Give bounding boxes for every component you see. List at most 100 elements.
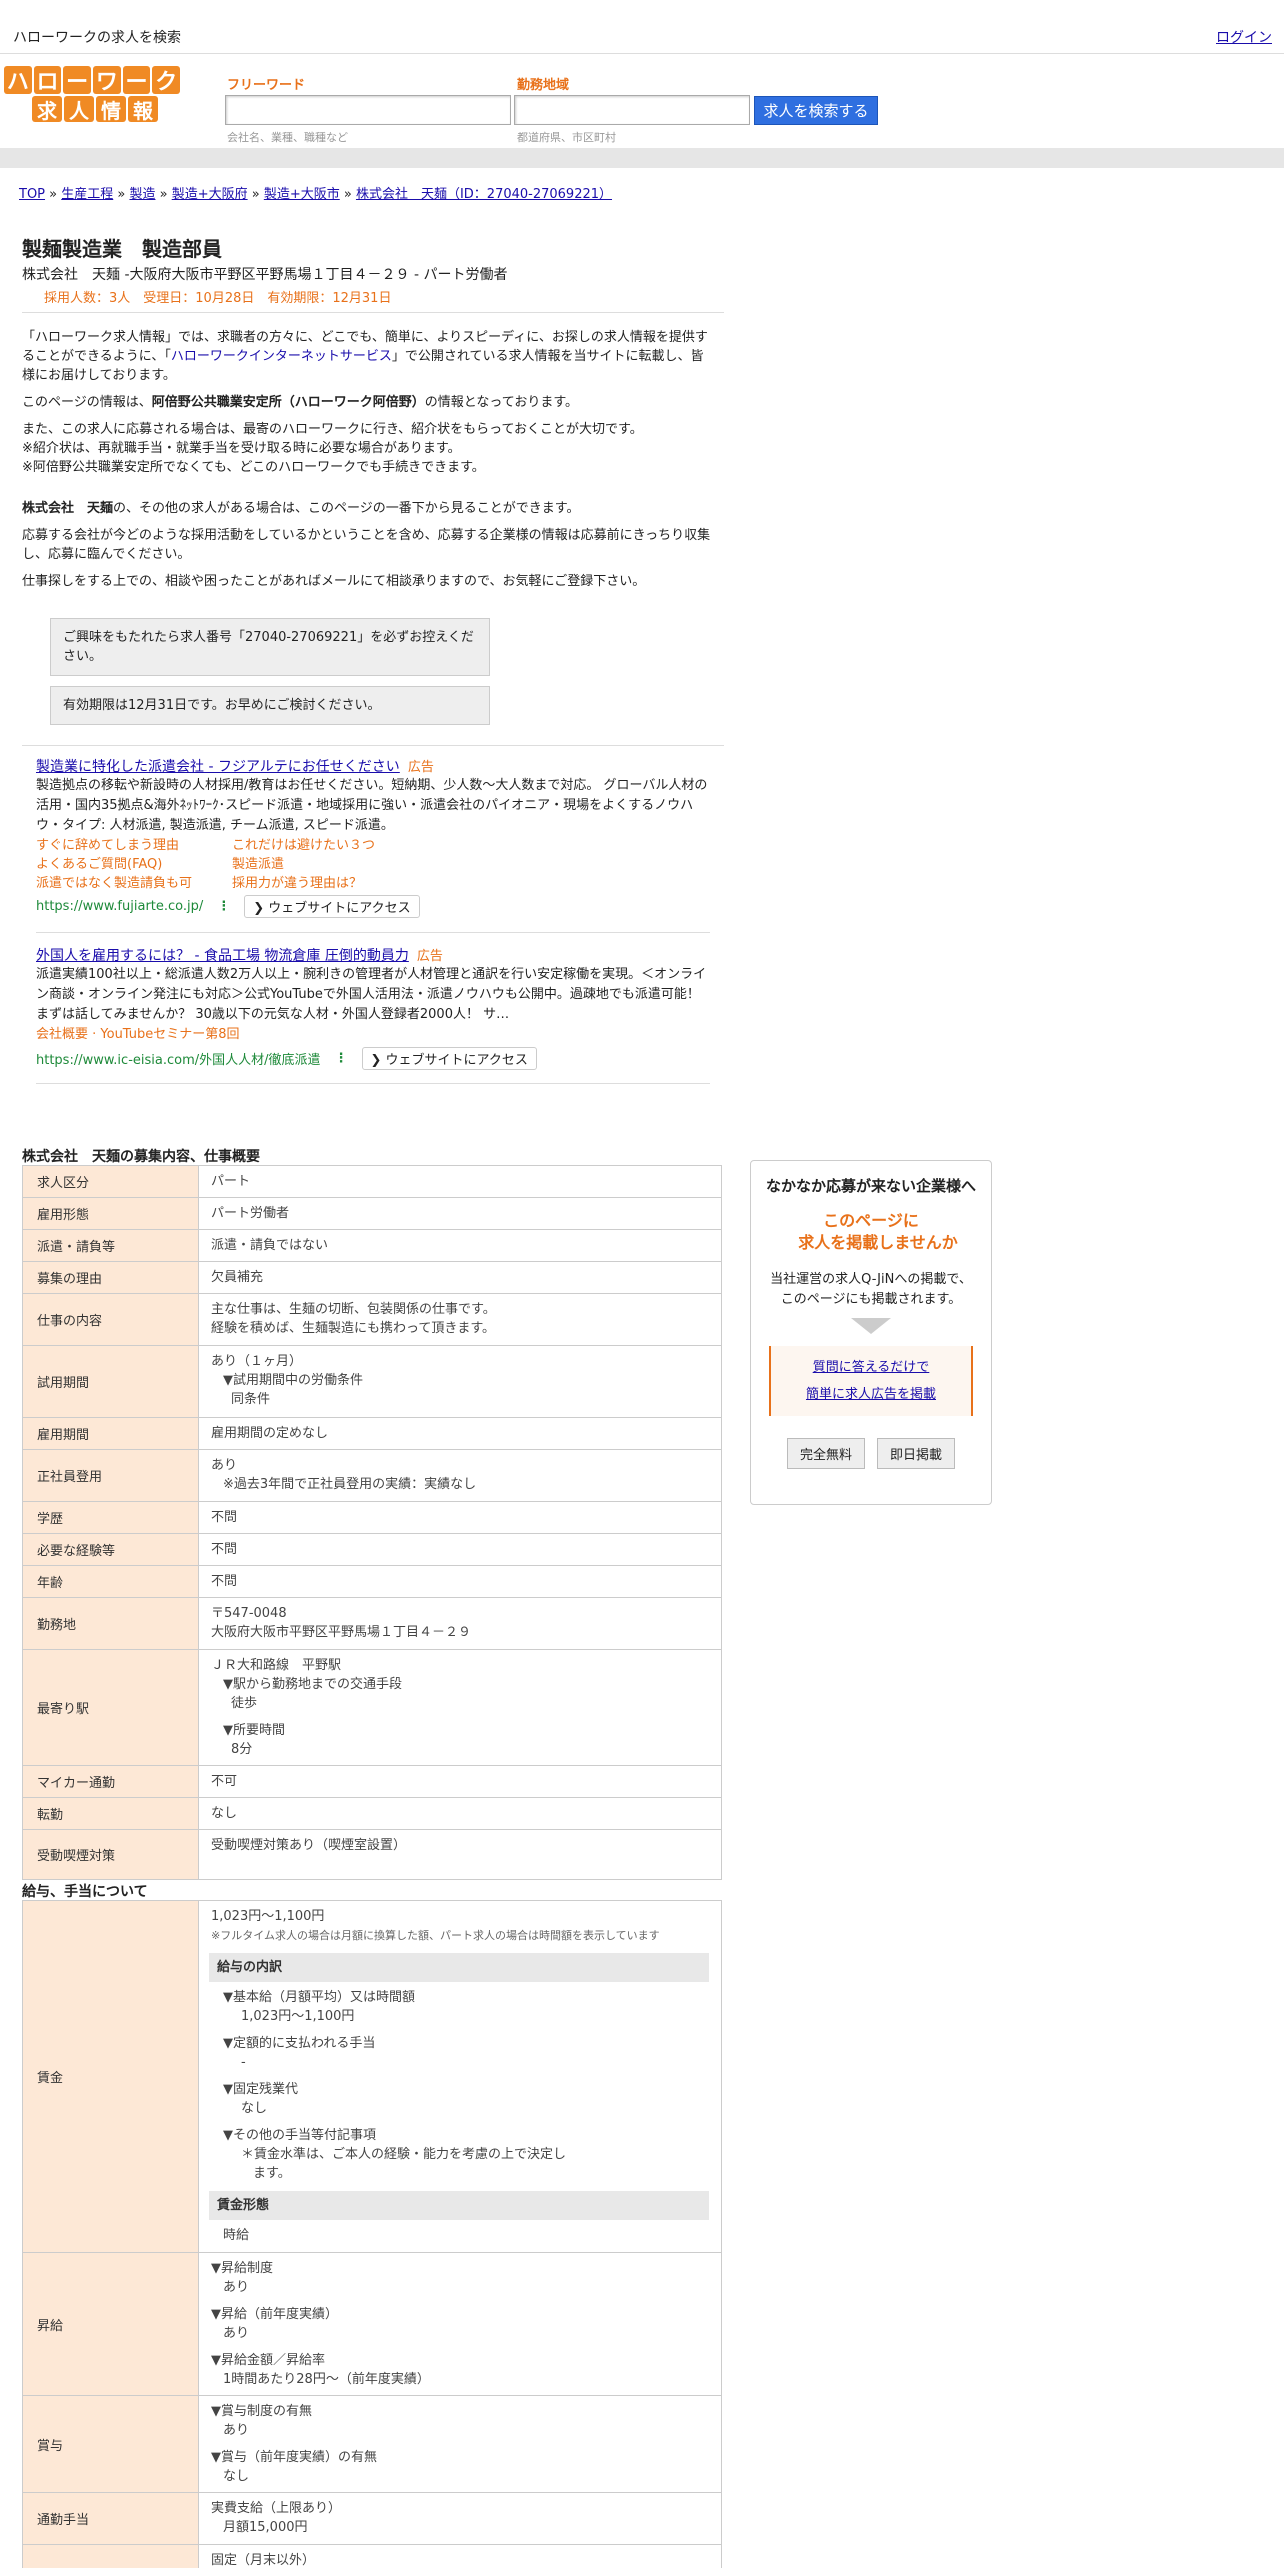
row-value: あり ※過去3年間で正社員登用の実績：実績なし: [198, 1449, 722, 1502]
row-value: ▼昇給制度 あり ▼昇給（前年度実績） あり ▼昇給金額／昇給率 1時間あたり2…: [198, 2252, 722, 2396]
recruit-table: 求人区分 パート 雇用形態 パート労働者 派遣・請負等 派遣・請負ではない 募集の理由…: [22, 1165, 722, 1880]
freeword-label: フリーワード: [227, 78, 306, 93]
site-logo[interactable]: ハ ロ ー ワ ー ク 求 人 情 報: [4, 66, 181, 124]
ad-sitelink[interactable]: すぐに辞めてしまう理由: [36, 836, 232, 855]
intro-text: 「ハローワーク求人情報」では、求職者の方々に、どこでも、簡単に、よりスピーディに…: [22, 328, 714, 599]
wage-note: ※フルタイム求人の場合は月額に換算した額、パート求人の場合は時間額を表示していま…: [211, 1929, 660, 1942]
breadcrumb: TOP » 生産工程 » 製造 » 製造+大阪府 » 製造+大阪市 » 株式会社…: [19, 187, 613, 202]
text: ▼賞与（前年度実績）の有無: [211, 2450, 377, 2465]
logo-char: ワ: [93, 66, 121, 95]
logo-char: 人: [64, 96, 94, 123]
text: 徒歩: [231, 1696, 258, 1711]
table-row: 雇用形態 パート労働者: [22, 1197, 722, 1230]
job-meta: 採用人数：3人 受理日：10月28日 有効期限：12月31日: [44, 291, 392, 306]
visit-label: ウェブサイトにアクセス: [268, 901, 411, 916]
ad-block: 製造業に特化した派遣会社 - フジアルテにお任せください 広告 製造拠点の移転や新…: [22, 756, 724, 918]
text: の、その他の求人がある場合は、このページの一番下から見ることができます。: [113, 501, 580, 516]
sidebox-description: 当社運営の求人Q-JiNへの掲載で、 このページにも掲載されます。: [751, 1270, 991, 1310]
row-key: 勤務地: [22, 1597, 199, 1650]
row-key: 募集の理由: [22, 1261, 199, 1294]
company-name: 株式会社 天麺: [22, 501, 114, 516]
row-key: 転勤: [22, 1797, 199, 1830]
ad-title[interactable]: 外国人を雇用するには？ - 食品工場 物流倉庫 圧倒的動員力: [36, 948, 409, 964]
text: ▼基本給（月額平均）又は時間額: [223, 1990, 415, 2005]
row-value: 不問: [198, 1533, 722, 1566]
row-value: ＪＲ大和路線 平野駅 ▼駅から勤務地までの交通手段 徒歩 ▼所要時間 8分: [198, 1649, 722, 1766]
breadcrumb-pref[interactable]: 製造+大阪府: [172, 187, 248, 202]
sidebox-highlight: このページに 求人を掲載しませんか: [751, 1210, 991, 1254]
same-day-badge[interactable]: 即日掲載: [877, 1438, 956, 1469]
text: 経験を積めば、生麺製造にも携わって頂きます。: [211, 1321, 496, 1336]
advertise-sidebox: なかなか応募が来ない企業様へ このページに 求人を掲載しませんか 当社運営の求人…: [750, 1160, 992, 1505]
more-vert-icon[interactable]: ⋮: [217, 899, 230, 914]
row-key: 試用期間: [22, 1345, 199, 1418]
intro-p4: 株式会社 天麺の、その他の求人がある場合は、このページの一番下から見ることができ…: [22, 499, 714, 518]
table-row: 受動喫煙対策 受動喫煙対策あり（喫煙室設置）: [22, 1829, 722, 1880]
ad-url[interactable]: https://www.fujiarte.co.jp/: [36, 899, 203, 914]
row-value: 不問: [198, 1501, 722, 1534]
row-value: 受動喫煙対策あり（喫煙室設置）: [198, 1829, 722, 1880]
sidebox-link[interactable]: 簡単に求人広告を掲載: [806, 1387, 936, 1402]
row-key: 必要な経験等: [22, 1533, 199, 1566]
breadcrumb-company[interactable]: 株式会社 天麺（ID：27040-27069221）: [356, 187, 612, 202]
ad-sitelink[interactable]: これだけは避けたい３つ: [232, 836, 432, 855]
text: ▼その他の手当等付記事項: [223, 2128, 376, 2143]
row-value: パート: [198, 1165, 722, 1198]
text: なし: [223, 2469, 250, 2484]
ad-sitelink[interactable]: 会社概要 · YouTubeセミナー第8回: [36, 1025, 710, 1045]
sidebox-link[interactable]: 質問に答えるだけで: [813, 1360, 930, 1375]
text: ▼賞与制度の有無: [211, 2404, 312, 2419]
text: ※過去3年間で正社員登用の実績：実績なし: [223, 1477, 477, 1492]
text: また、この求人に応募される場合は、最寄のハローワークに行き、紹介状をもらっておく…: [22, 422, 643, 437]
salary-table: 賃金 1,023円〜1,100円 ※フルタイム求人の場合は月額に換算した額、パー…: [22, 1900, 722, 2568]
logo-char: 報: [128, 96, 158, 123]
ad-tag: 広告: [407, 760, 434, 775]
breadcrumb-top[interactable]: TOP: [19, 187, 45, 202]
intro-p3: また、この求人に応募される場合は、最寄のハローワークに行き、紹介状をもらっておく…: [22, 420, 714, 477]
row-key: マイカー通勤: [22, 1765, 199, 1798]
text: 〒547-0048: [211, 1606, 287, 1621]
row-value: あり（１ヶ月） ▼試用期間中の労働条件 同条件: [198, 1345, 722, 1418]
text: 同条件: [231, 1392, 271, 1407]
ad-title[interactable]: 製造業に特化した派遣会社 - フジアルテにお任せください: [36, 759, 400, 775]
row-key: 学歴: [22, 1501, 199, 1534]
ad-sitelink[interactable]: 派遣ではなく製造請負も可: [36, 874, 232, 893]
login-link[interactable]: ログイン: [1216, 27, 1272, 47]
row-value: 不可: [198, 1765, 722, 1798]
ad-sitelink[interactable]: 製造派遣: [232, 855, 432, 874]
breadcrumb-job[interactable]: 製造: [129, 187, 155, 202]
visit-site-button[interactable]: ❯ ウェブサイトにアクセス: [244, 895, 420, 918]
row-key: 正社員登用: [22, 1449, 199, 1502]
text: 主な仕事は、生麺の切断、包装関係の仕事です。: [211, 1302, 496, 1317]
intro-p6: 仕事探しをする上での、相談や困ったことがあればメールにて相談承りますので、お気軽…: [22, 574, 646, 589]
area-input[interactable]: [514, 95, 750, 125]
table-row: 求人区分 パート: [22, 1165, 722, 1198]
text: このページの情報は、: [22, 395, 152, 410]
breadcrumb-city[interactable]: 製造+大阪市: [264, 187, 340, 202]
row-value: 雇用期間の定めなし: [198, 1417, 722, 1450]
text: 月額15,000円: [223, 2520, 308, 2535]
text: 当社運営の求人Q-JiNへの掲載で、: [770, 1272, 972, 1287]
ad-url[interactable]: https://www.ic-eisia.com/外国人人材/徹底派遣: [36, 1049, 321, 1068]
text: 1時間あたり28円〜（前年度実績）: [223, 2372, 430, 2387]
ad-sitelink[interactable]: よくあるご質問(FAQ): [36, 855, 232, 874]
table-row: 雇用期間 雇用期間の定めなし: [22, 1417, 722, 1450]
hellowork-internet-link[interactable]: ハローワークインターネットサービス: [171, 349, 392, 364]
divider: [22, 312, 724, 313]
breakdown-heading: 給与の内訳: [209, 1953, 709, 1982]
row-value: 〒547-0048 大阪府大阪市平野区平野馬場１丁目４－２９: [198, 1597, 722, 1650]
more-vert-icon[interactable]: ⋮: [335, 1051, 348, 1066]
free-badge[interactable]: 完全無料: [786, 1438, 865, 1469]
logo-char: ロ: [33, 66, 62, 95]
breadcrumb-category[interactable]: 生産工程: [61, 187, 113, 202]
search-button[interactable]: 求人を検索する: [754, 96, 878, 125]
table-row: 年齢 不問: [22, 1565, 722, 1598]
text: の情報となっております。: [424, 395, 579, 410]
table-row: 賃金 1,023円〜1,100円 ※フルタイム求人の場合は月額に換算した額、パー…: [22, 1900, 722, 2253]
visit-site-button[interactable]: ❯ ウェブサイトにアクセス: [361, 1047, 537, 1070]
intro-p2: このページの情報は、阿倍野公共職業安定所（ハローワーク阿倍野）の情報となっており…: [22, 393, 714, 412]
freeword-input[interactable]: [225, 95, 511, 125]
ad-sitelink[interactable]: 採用力が違う理由は？: [232, 874, 432, 893]
divider: [36, 1083, 710, 1084]
row-value: ▼賞与制度の有無 あり ▼賞与（前年度実績）の有無 なし: [198, 2395, 722, 2493]
